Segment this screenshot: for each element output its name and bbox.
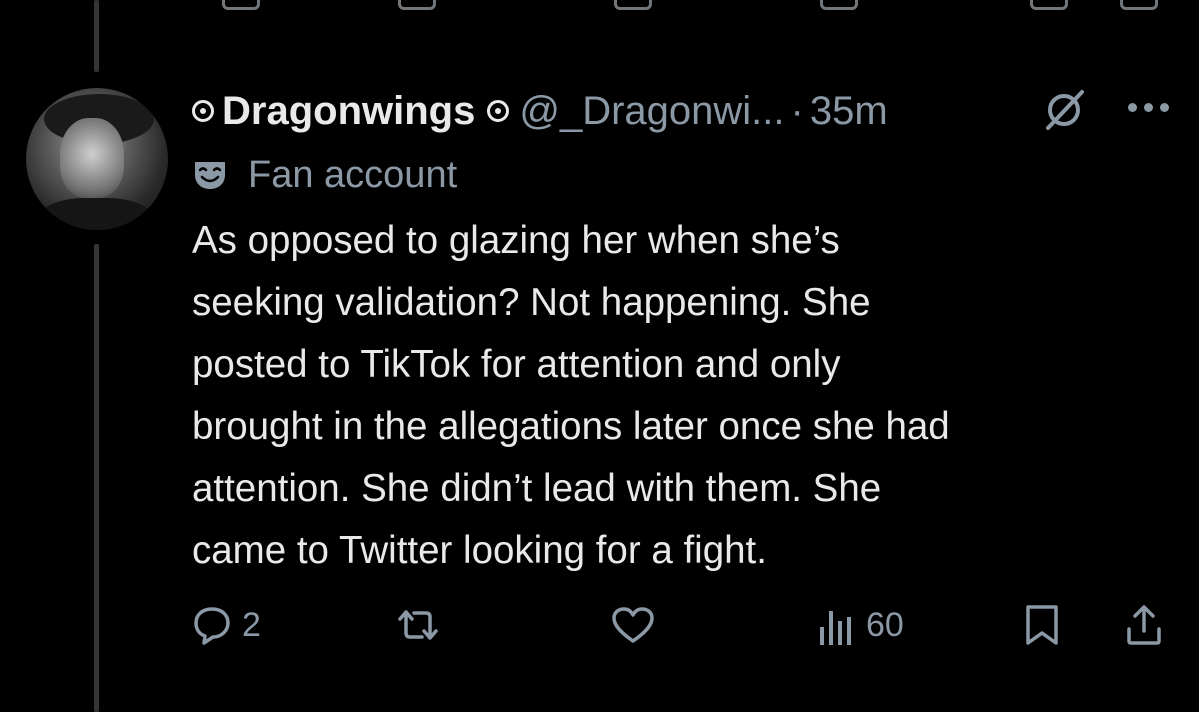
reply-count: 2 [242, 605, 261, 644]
share-icon [1127, 605, 1161, 645]
prev-action-icon[interactable] [614, 0, 652, 10]
tweet-line: As opposed to glazing her when she’s [192, 219, 840, 262]
thread-line-top [94, 0, 99, 72]
handle[interactable]: @_Dragonwi... [519, 89, 784, 134]
more-dots-icon[interactable] [1128, 103, 1170, 117]
reply-icon [194, 607, 230, 645]
views-count: 60 [866, 605, 904, 644]
grok-slash-icon[interactable] [1040, 86, 1088, 134]
previous-tweet-actions [0, 0, 1199, 10]
tweet-line: came to Twitter looking for a fight. [192, 529, 767, 572]
avatar-face [60, 118, 124, 198]
bookmark-icon [1026, 605, 1058, 645]
tweet-line: attention. She didn’t lead with them. Sh… [192, 467, 882, 510]
like-button[interactable] [610, 600, 666, 650]
retweet-button[interactable] [394, 600, 452, 650]
avatar-shirt [36, 198, 156, 230]
separator-dot: · [790, 88, 804, 133]
tweet-actions: 2 60 [192, 600, 1172, 650]
retweet-icon [398, 610, 438, 640]
reply-button[interactable]: 2 [192, 600, 261, 650]
account-label[interactable]: Fan account [192, 152, 457, 198]
timestamp[interactable]: 35m [810, 89, 888, 134]
avatar[interactable] [26, 88, 168, 230]
ring-icon [192, 100, 214, 122]
tweet-line: posted to TikTok for attention and only [192, 343, 841, 386]
display-name[interactable]: Dragonwings [222, 89, 475, 134]
prev-action-icon[interactable] [398, 0, 436, 10]
theater-mask-icon [195, 162, 225, 189]
views-bar-chart-icon [820, 611, 851, 645]
tweet-line: seeking validation? Not happening. She [192, 281, 871, 324]
prev-action-icon[interactable] [222, 0, 260, 10]
ring-icon [487, 100, 510, 122]
tweet-body: As opposed to glazing her when she’s see… [192, 210, 1172, 582]
heart-icon [612, 607, 654, 643]
tweet-header: Dragonwings @_Dragonwi... · 35m [192, 86, 888, 136]
bookmark-button[interactable] [1022, 600, 1062, 650]
tweet-line: brought in the allegations later once sh… [192, 405, 950, 448]
thread-line-bottom [94, 244, 99, 712]
views-button[interactable]: 60 [816, 600, 904, 650]
account-label-text: Fan account [248, 153, 458, 196]
prev-action-icon[interactable] [1030, 0, 1068, 10]
share-button[interactable] [1124, 600, 1164, 650]
prev-action-icon[interactable] [820, 0, 858, 10]
prev-action-icon[interactable] [1120, 0, 1158, 10]
